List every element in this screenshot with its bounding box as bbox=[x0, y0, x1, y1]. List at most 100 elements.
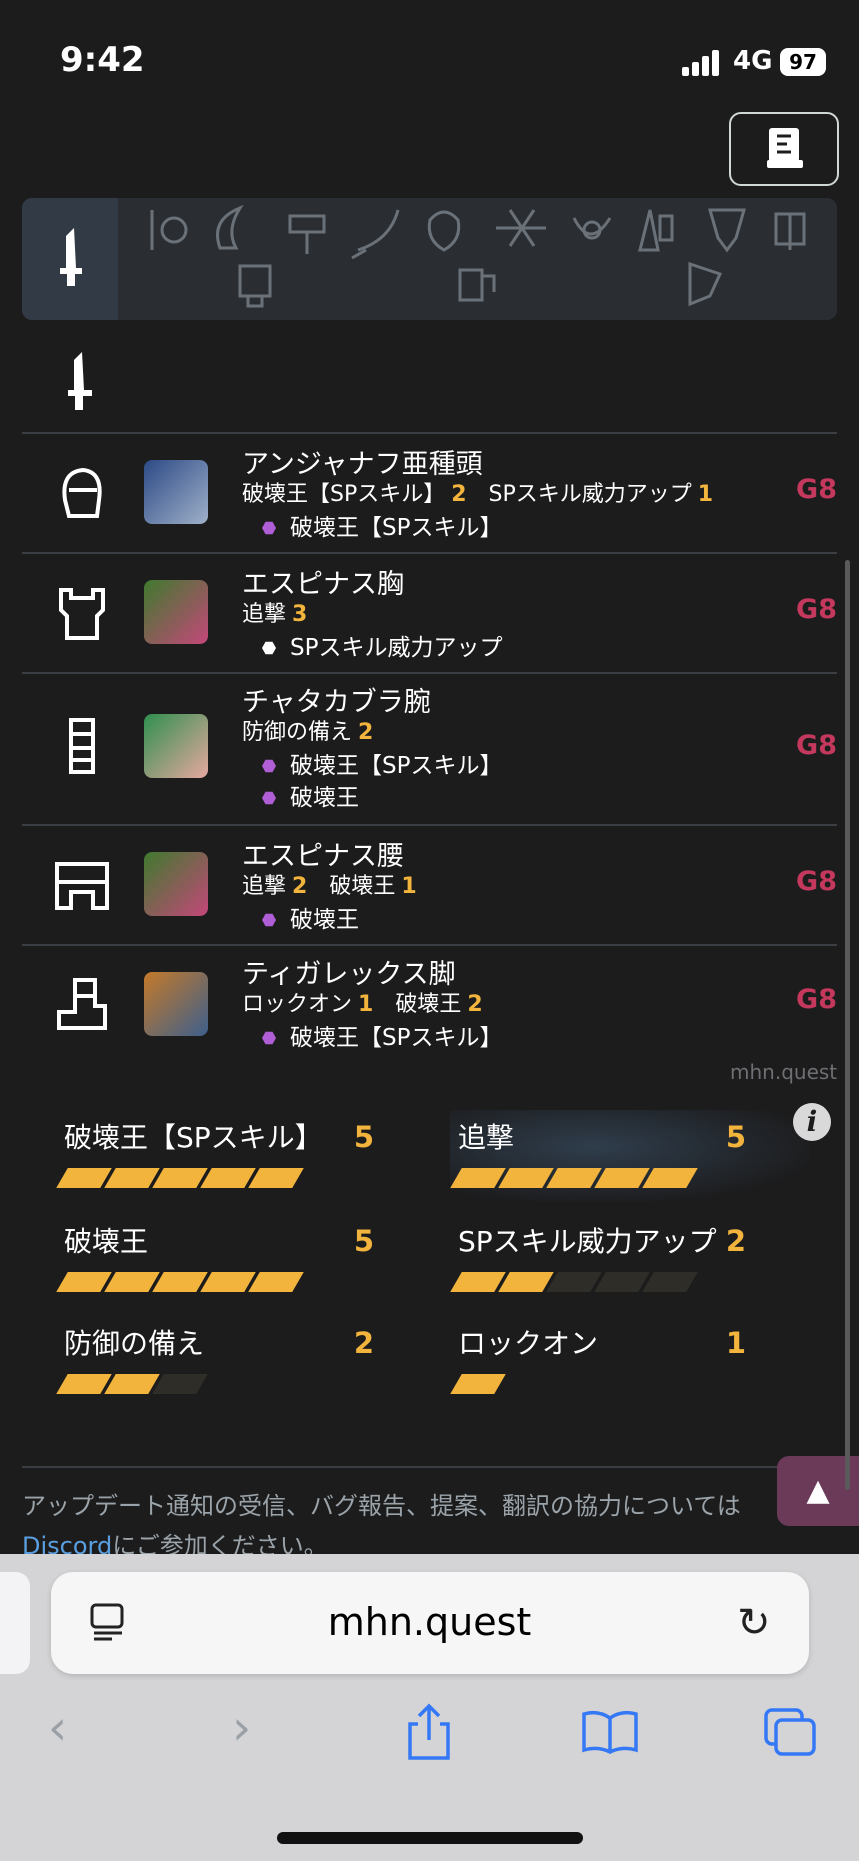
armor-row-legs[interactable]: ティガレックス脚 ロックオン 1 破壊王 2 破壊王【SPスキル】 G8 bbox=[22, 946, 837, 1056]
skill-level-segment bbox=[248, 1168, 304, 1188]
skill-level-segment bbox=[450, 1168, 506, 1188]
skill-level-segment bbox=[152, 1168, 208, 1188]
skill-level-segment bbox=[104, 1272, 160, 1292]
skill-level-segment bbox=[56, 1168, 112, 1188]
tigrex-icon bbox=[144, 972, 208, 1036]
battery-icon: 97 bbox=[780, 48, 826, 76]
grade-label: G8 bbox=[796, 730, 837, 761]
armor-row-arms[interactable]: チャタカブラ腕 防御の備え 2 破壊王【SPスキル】 破壊王 G8 bbox=[22, 674, 837, 824]
decoration-slot: 破壊王【SPスキル】 bbox=[262, 508, 502, 542]
skill-summary-item[interactable]: 破壊王 5 bbox=[22, 1220, 382, 1310]
status-time: 9:42 bbox=[60, 40, 145, 80]
skill-level-segment bbox=[104, 1168, 160, 1188]
chest-icon bbox=[59, 588, 105, 640]
skill-level-segment bbox=[498, 1272, 554, 1292]
decoration-slot: 破壊王【SPスキル】 bbox=[262, 1018, 502, 1052]
skill-level-segment bbox=[248, 1272, 304, 1292]
insect-glaive-icon bbox=[572, 217, 612, 240]
skill-level-segment bbox=[546, 1168, 602, 1188]
hunting-horn-icon bbox=[427, 210, 461, 252]
helmet-icon bbox=[62, 467, 102, 518]
decoration-slot: 破壊王 bbox=[262, 900, 359, 934]
current-weapon-great-sword-icon[interactable] bbox=[60, 352, 100, 414]
skill-summary-item[interactable]: SPスキル威力アップ 2 bbox=[416, 1220, 776, 1310]
grade-label: G8 bbox=[796, 866, 837, 897]
hex-icon bbox=[262, 759, 276, 773]
skill-summary-item[interactable]: 防御の備え 2 bbox=[22, 1322, 382, 1412]
share-icon[interactable] bbox=[404, 1702, 454, 1762]
dual-blades-icon bbox=[216, 204, 244, 250]
skill-level-segment bbox=[152, 1374, 208, 1394]
hex-icon bbox=[262, 521, 276, 535]
book-icon bbox=[767, 128, 803, 168]
espinas-icon bbox=[144, 852, 208, 916]
sword-shield-icon bbox=[150, 210, 188, 250]
skill-level-segment bbox=[200, 1168, 256, 1188]
skill-level-segment bbox=[642, 1168, 698, 1188]
anjanath-subspecies-icon bbox=[144, 460, 208, 524]
skill-summary-item[interactable]: ロックオン 1 bbox=[416, 1322, 776, 1412]
armor-skills: 追撃 3 bbox=[242, 602, 308, 627]
network-label: 4G bbox=[733, 46, 773, 76]
home-indicator bbox=[277, 1832, 583, 1844]
bookmarks-icon[interactable] bbox=[580, 1708, 640, 1756]
armor-skills: ロックオン 1 破壊王 2 bbox=[242, 992, 483, 1017]
weapon-tab-great-sword[interactable] bbox=[22, 198, 118, 320]
info-icon[interactable]: i bbox=[793, 1103, 831, 1141]
armor-row-chest[interactable]: エスピナス胸 追撃 3 SPスキル威力アップ G8 bbox=[22, 554, 837, 672]
skill-level-segment bbox=[152, 1272, 208, 1292]
divider bbox=[22, 1466, 837, 1468]
scrollbar[interactable] bbox=[845, 560, 850, 1490]
armor-row-waist[interactable]: エスピナス腰 追撃 2 破壊王 1 破壊王 G8 bbox=[22, 826, 837, 944]
back-icon[interactable]: ‹ bbox=[48, 1700, 67, 1756]
grade-label: G8 bbox=[796, 984, 837, 1015]
hex-icon bbox=[262, 791, 276, 805]
skill-level-segment bbox=[450, 1374, 506, 1394]
skill-level-segment bbox=[642, 1272, 698, 1292]
skill-level-segment bbox=[56, 1374, 112, 1394]
bow-icon bbox=[496, 209, 546, 247]
decoration-slot: SPスキル威力アップ bbox=[262, 628, 502, 662]
waist-icon bbox=[55, 862, 109, 910]
skill-summary-item[interactable]: 破壊王【SPスキル】 5 bbox=[22, 1116, 382, 1206]
skill-summary-item[interactable]: 追撃 5 bbox=[416, 1116, 776, 1206]
armor-skills: 追撃 2 破壊王 1 bbox=[242, 874, 417, 899]
espinas-icon bbox=[144, 580, 208, 644]
watermark: mhn.quest bbox=[730, 1060, 838, 1084]
hammer-icon bbox=[288, 214, 326, 254]
legs-icon bbox=[57, 978, 107, 1030]
switch-axe-icon bbox=[774, 212, 806, 250]
skill-level-segment bbox=[594, 1168, 650, 1188]
skill-level-segment bbox=[450, 1272, 506, 1292]
skill-level-segment bbox=[546, 1272, 602, 1292]
lance-icon bbox=[638, 209, 674, 252]
hex-icon bbox=[262, 1031, 276, 1045]
reload-icon[interactable]: ↻ bbox=[737, 1600, 771, 1646]
heavy-bowgun-icon bbox=[458, 268, 496, 302]
grade-label: G8 bbox=[796, 594, 837, 625]
hex-icon bbox=[262, 913, 276, 927]
long-sword-icon bbox=[351, 209, 400, 260]
skill-level-segment bbox=[56, 1272, 112, 1292]
armor-row-head[interactable]: アンジャナフ亜種頭 破壊王【SPスキル】 2 SPスキル威力アップ 1 破壊王【SPス… bbox=[22, 434, 837, 552]
charge-blade-icon bbox=[238, 264, 272, 308]
armor-skills: 防御の備え 2 bbox=[242, 720, 374, 745]
hex-icon bbox=[262, 641, 276, 655]
forward-icon[interactable]: › bbox=[232, 1700, 251, 1756]
arms-icon bbox=[69, 718, 95, 774]
skill-level-segment bbox=[498, 1168, 554, 1188]
skill-level-segment bbox=[104, 1374, 160, 1394]
decoration-slot: 破壊王 bbox=[262, 778, 359, 812]
url-text[interactable]: mhn.quest bbox=[0, 1600, 859, 1644]
decoration-slot: 破壊王【SPスキル】 bbox=[262, 746, 502, 780]
signal-icon bbox=[682, 50, 722, 76]
grade-label: G8 bbox=[796, 474, 837, 505]
gunlance-icon bbox=[708, 208, 746, 253]
skill-level-segment bbox=[594, 1272, 650, 1292]
armor-book-button[interactable] bbox=[729, 112, 839, 186]
chatacabra-icon bbox=[144, 714, 208, 778]
weapon-type-icons[interactable] bbox=[130, 200, 830, 318]
light-bowgun-icon bbox=[688, 261, 723, 307]
skill-level-segment bbox=[200, 1272, 256, 1292]
tabs-icon[interactable] bbox=[762, 1706, 818, 1758]
